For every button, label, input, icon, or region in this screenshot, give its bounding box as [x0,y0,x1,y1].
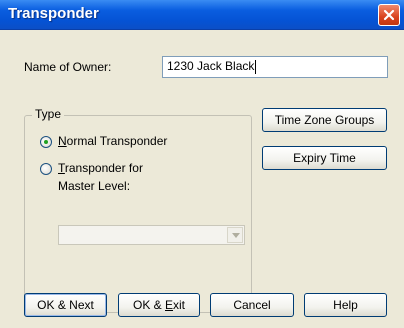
close-button[interactable] [378,4,400,26]
dropdown-button[interactable] [227,227,243,243]
close-icon [383,9,395,21]
window-title: Transponder [8,5,99,22]
chevron-down-icon [232,233,240,238]
master-level-select[interactable] [58,225,245,245]
title-bar: Transponder [0,0,404,30]
dialog-body: Name of Owner: 1230 Jack Black Type Norm… [0,30,404,328]
help-button[interactable]: Help [304,293,387,317]
normal-transponder-radio[interactable] [40,136,52,148]
text-caret [255,59,257,74]
time-zone-groups-button[interactable]: Time Zone Groups [262,108,387,132]
master-level-label-line2[interactable]: Master Level: [58,179,130,193]
expiry-time-button[interactable]: Expiry Time [262,146,387,170]
owner-name-input[interactable]: 1230 Jack Black [162,56,388,78]
owner-label: Name of Owner: [24,60,112,74]
owner-name-value: 1230 Jack Black [167,59,255,73]
radio-selected-dot [44,140,48,144]
master-level-label-line1[interactable]: Transponder for [58,161,143,175]
ok-exit-button[interactable]: OK & Exit [118,293,200,317]
ok-next-button[interactable]: OK & Next [24,293,107,317]
cancel-button[interactable]: Cancel [210,293,294,317]
master-level-radio[interactable] [40,163,52,175]
normal-transponder-label[interactable]: Normal Transponder [58,134,167,148]
type-legend: Type [32,107,65,121]
